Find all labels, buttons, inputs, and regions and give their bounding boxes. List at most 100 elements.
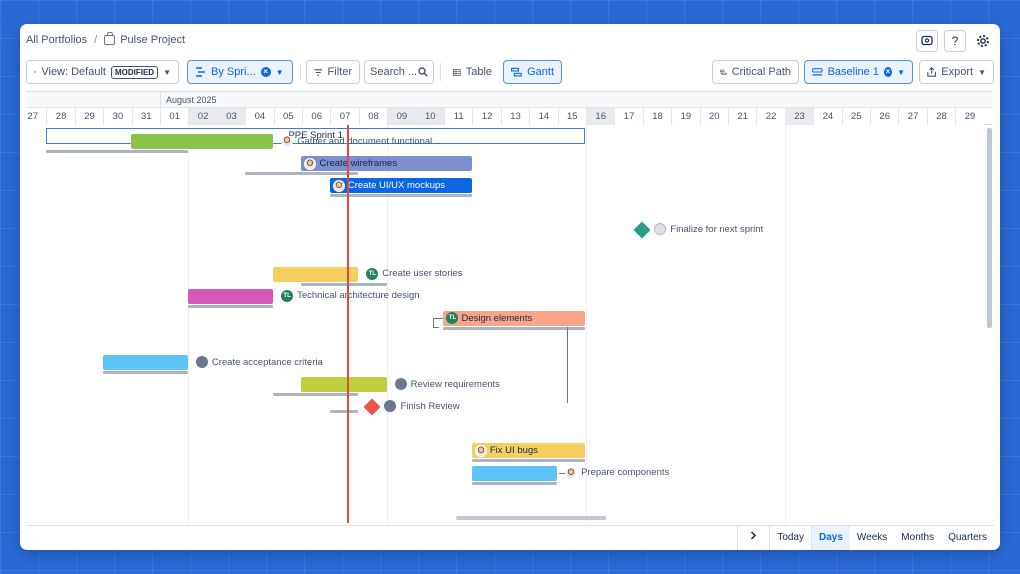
today-marker: [347, 125, 349, 523]
assignee-avatar[interactable]: [195, 356, 208, 368]
day-column-header: 07: [330, 108, 359, 125]
gantt-view-button[interactable]: Gantt: [503, 60, 562, 84]
today-button[interactable]: Today: [770, 526, 811, 550]
breadcrumb-root-link[interactable]: All Portfolios: [26, 34, 87, 46]
baseline-icon: [812, 68, 823, 76]
clear-baseline-icon[interactable]: ×: [883, 67, 893, 77]
day-column-header: 26: [870, 108, 899, 125]
zoom-quarters-button[interactable]: Quarters: [941, 526, 994, 550]
task-label: Create wireframes: [301, 156, 397, 171]
day-column-header: 11: [444, 108, 473, 125]
zoom-months-button[interactable]: Months: [894, 526, 941, 550]
task-label: TL Technical architecture design: [281, 289, 420, 302]
critical-path-button[interactable]: Critical Path: [712, 60, 799, 84]
assignee-avatar[interactable]: [384, 400, 397, 413]
assignee-avatar[interactable]: [304, 157, 317, 170]
baseline-bar: [301, 282, 387, 286]
table-view-button[interactable]: Table: [446, 60, 499, 84]
dependency-connector: [433, 326, 440, 328]
assignee-avatar[interactable]: [332, 179, 345, 192]
day-column-header: 12: [472, 108, 501, 125]
day-column-header: 16: [586, 108, 615, 125]
day-column-header: 29: [955, 108, 984, 125]
export-button[interactable]: Export ▼: [919, 60, 994, 84]
assignee-avatar[interactable]: [281, 135, 294, 147]
feedback-button[interactable]: [916, 30, 938, 52]
group-by-sprint-button[interactable]: By Spri... × ▼: [187, 60, 293, 84]
export-icon: [927, 66, 936, 77]
day-column-header: 19: [671, 108, 700, 125]
horizontal-scrollbar[interactable]: [456, 516, 606, 520]
assignee-avatar[interactable]: TL: [446, 312, 459, 325]
baseline-bar: [329, 410, 359, 414]
day-column-header: 03: [216, 108, 246, 125]
modified-badge: MODIFIED: [110, 65, 159, 79]
chevron-right-icon: [751, 531, 757, 540]
month-label: August 2025: [166, 95, 217, 105]
breadcrumb-project[interactable]: Pulse Project: [104, 32, 185, 46]
table-label: Table: [465, 66, 492, 78]
milestone-diamond[interactable]: [633, 221, 651, 239]
assignee-avatar[interactable]: [565, 466, 578, 479]
clear-group-icon[interactable]: ×: [260, 67, 271, 77]
search-input[interactable]: Search ...: [364, 60, 434, 84]
day-column-header: 14: [529, 108, 558, 125]
baseline-bar: [329, 194, 472, 198]
task-bar[interactable]: [471, 465, 558, 481]
day-header: 27 28 29 30 31 01 02 03 04 05 06 07 08 09 10 11 12 13 14 15…: [26, 108, 992, 125]
day-column-header: 24: [813, 108, 842, 125]
export-label: Export: [941, 66, 974, 78]
assignee-avatar[interactable]: [654, 223, 667, 236]
task-bar[interactable]: [131, 134, 274, 149]
task-bar[interactable]: [187, 288, 274, 304]
zoom-controls: Today Days Weeks Months Quarters: [737, 526, 994, 550]
chevron-down-icon: ▼: [897, 67, 905, 77]
toolbar-divider: [300, 63, 301, 81]
app-window: All Portfolios / Pulse Project ? View: D…: [20, 24, 1000, 550]
baseline-bar: [273, 393, 359, 397]
scroll-forward-button[interactable]: [738, 526, 769, 550]
filter-button[interactable]: Filter: [306, 60, 360, 84]
gantt-timeline[interactable]: August 2025 27 28 29 30 31 01 02 03 04 05 06 07 08 09…: [26, 91, 992, 523]
vertical-scrollbar[interactable]: [987, 128, 992, 328]
assignee-avatar[interactable]: TL: [281, 289, 294, 302]
task-label: TL Create user stories: [366, 267, 463, 280]
task-bar[interactable]: [301, 377, 387, 393]
zoom-days-button[interactable]: Days: [812, 526, 850, 550]
search-icon: [418, 67, 428, 77]
baseline-bar: [45, 150, 188, 153]
assignee-avatar[interactable]: [474, 444, 487, 457]
settings-button[interactable]: [972, 30, 994, 52]
week-gridline: [586, 125, 587, 523]
day-column-header: 29: [74, 108, 104, 125]
group-label: By Spri...: [211, 66, 256, 78]
baseline-selector[interactable]: Baseline 1 × ▼: [804, 60, 913, 84]
task-name: Fix UI bugs: [489, 445, 538, 457]
task-name: Gather and document functional ...: [297, 135, 443, 147]
task-name: Create acceptance criteria: [211, 356, 323, 368]
assignee-avatar[interactable]: [394, 378, 407, 391]
task-bar[interactable]: [273, 266, 359, 282]
top-right-actions: ?: [916, 30, 994, 52]
milestone-diamond[interactable]: [363, 398, 381, 416]
gantt-icon: [511, 67, 522, 76]
task-label: Create acceptance criteria: [195, 356, 323, 368]
task-name: Create UI/UX mockups: [347, 180, 446, 192]
zoom-weeks-button[interactable]: Weeks: [850, 526, 894, 550]
day-column-header: 01: [160, 108, 189, 125]
month-divider: [160, 92, 161, 108]
task-bar[interactable]: [102, 355, 188, 370]
toolbar: View: Default MODIFIED ▼ By Spri... × ▼ …: [26, 60, 994, 84]
assignee-avatar[interactable]: TL: [366, 267, 379, 280]
task-name: Design elements: [461, 312, 533, 324]
view-selector[interactable]: View: Default MODIFIED ▼: [26, 60, 179, 84]
task-name: Create user stories: [382, 268, 463, 280]
day-column-header: 28: [46, 108, 75, 125]
critical-path-label: Critical Path: [731, 66, 791, 78]
day-column-header: 02: [188, 108, 217, 125]
task-name: Finalize for next sprint: [670, 223, 764, 235]
view-list-icon: [34, 71, 37, 73]
help-icon: ?: [951, 34, 959, 48]
help-button[interactable]: ?: [944, 30, 966, 52]
week-gridline: [188, 125, 190, 523]
